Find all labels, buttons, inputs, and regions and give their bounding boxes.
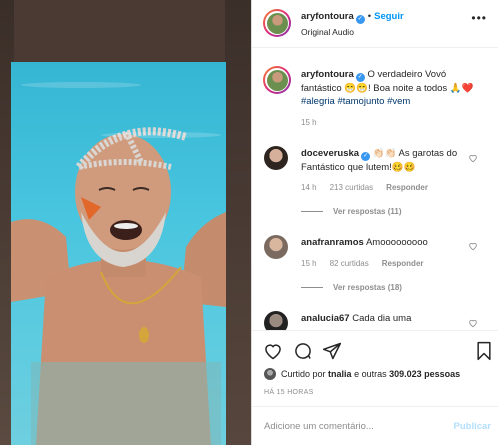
comment-text: Cada dia uma — [352, 313, 412, 324]
view-replies-button[interactable]: Ver respostas (11) — [301, 207, 401, 216]
verified-badge-icon: ✓ — [355, 15, 365, 24]
reply-button[interactable]: Responder — [386, 183, 428, 192]
comment-input[interactable]: Adicione um comentário... — [264, 421, 374, 432]
replies-divider — [301, 287, 323, 288]
view-replies-button[interactable]: Ver respostas (18) — [301, 283, 402, 292]
caption-time: 15 h — [301, 118, 317, 127]
comment-username[interactable]: anafranramos — [301, 237, 364, 248]
like-comment-heart-icon[interactable] — [468, 241, 478, 251]
video-frame[interactable] — [11, 62, 226, 445]
reply-button[interactable]: Responder — [382, 259, 424, 268]
verified-badge-icon: ✓ — [361, 152, 371, 161]
comment-username[interactable]: doceveruska — [301, 148, 359, 159]
comment: doceveruska ✓ 👏🏻👏🏻 As garotas do Fantásti… — [301, 147, 471, 174]
comment-likes[interactable]: 213 curtidas — [330, 183, 374, 192]
comment: anafranramos Amooooooooo — [301, 236, 471, 249]
separator-dot: • — [367, 11, 372, 22]
comment-text: Amooooooooo — [365, 237, 428, 248]
comment-time: 15 h — [301, 259, 317, 268]
comment-username[interactable]: analucia67 — [301, 313, 350, 324]
pool-ripple — [21, 82, 141, 88]
like-heart-icon[interactable] — [263, 341, 283, 361]
caption-avatar[interactable] — [263, 66, 291, 94]
publish-button[interactable]: Publicar — [454, 421, 492, 432]
author-line: aryfontoura ✓ • Seguir — [301, 11, 404, 24]
audio-label[interactable]: Original Audio — [301, 27, 354, 37]
likes-summary: Curtido por tnalia e outras 309.023 pess… — [264, 368, 460, 380]
liked-by-label: Curtido por — [281, 369, 326, 379]
commenter-avatar[interactable] — [264, 235, 288, 259]
liker-avatar[interactable] — [264, 368, 276, 380]
add-comment-bar: Adicione um comentário... Publicar — [252, 406, 498, 445]
caption-hashtags[interactable]: #alegria #tamojunto #vem — [301, 96, 410, 107]
verified-badge-icon: ✓ — [355, 73, 365, 82]
comment-likes[interactable]: 82 curtidas — [330, 259, 369, 268]
liked-and-others: e outras — [354, 369, 387, 379]
post-details-panel: aryfontoura ✓ • Seguir Original Audio ••• a… — [251, 0, 498, 445]
post-header: aryfontoura ✓ • Seguir Original Audio ••• — [252, 0, 498, 48]
comment-time: 14 h — [301, 183, 317, 192]
comment-meta: 15 h 82 curtidas Responder — [301, 259, 437, 268]
caption-username[interactable]: aryfontoura — [301, 69, 354, 80]
caption: aryfontoura ✓ O verdadeiro Vovó fantástic… — [301, 68, 481, 108]
more-options-icon[interactable]: ••• — [471, 11, 487, 25]
share-paper-plane-icon[interactable] — [322, 341, 342, 361]
likes-count[interactable]: 309.023 pessoas — [389, 369, 460, 379]
pool-ripple — [101, 132, 221, 138]
view-replies-label: Ver respostas (11) — [333, 207, 402, 216]
view-replies-label: Ver respostas (18) — [333, 283, 402, 292]
comment-meta: 14 h 213 curtidas Responder — [301, 183, 441, 192]
liked-user[interactable]: tnalia — [328, 369, 352, 379]
author-avatar[interactable] — [263, 9, 291, 37]
video-still — [11, 127, 226, 445]
replies-divider — [301, 211, 323, 212]
media-blur-right — [225, 0, 251, 445]
post-media[interactable] — [0, 0, 251, 445]
follow-button[interactable]: Seguir — [374, 11, 404, 22]
save-bookmark-icon[interactable] — [474, 341, 494, 361]
post-actions: Curtido por tnalia e outras 309.023 pess… — [252, 330, 498, 445]
post-timestamp[interactable]: HÁ 15 HORAS — [264, 389, 314, 396]
comment-bubble-icon[interactable] — [293, 341, 313, 361]
like-comment-heart-icon[interactable] — [468, 153, 478, 163]
author-username[interactable]: aryfontoura — [301, 11, 354, 22]
commenter-avatar[interactable] — [264, 146, 288, 170]
like-comment-heart-icon[interactable] — [468, 318, 478, 328]
comment: analucia67 Cada dia uma — [301, 312, 471, 325]
